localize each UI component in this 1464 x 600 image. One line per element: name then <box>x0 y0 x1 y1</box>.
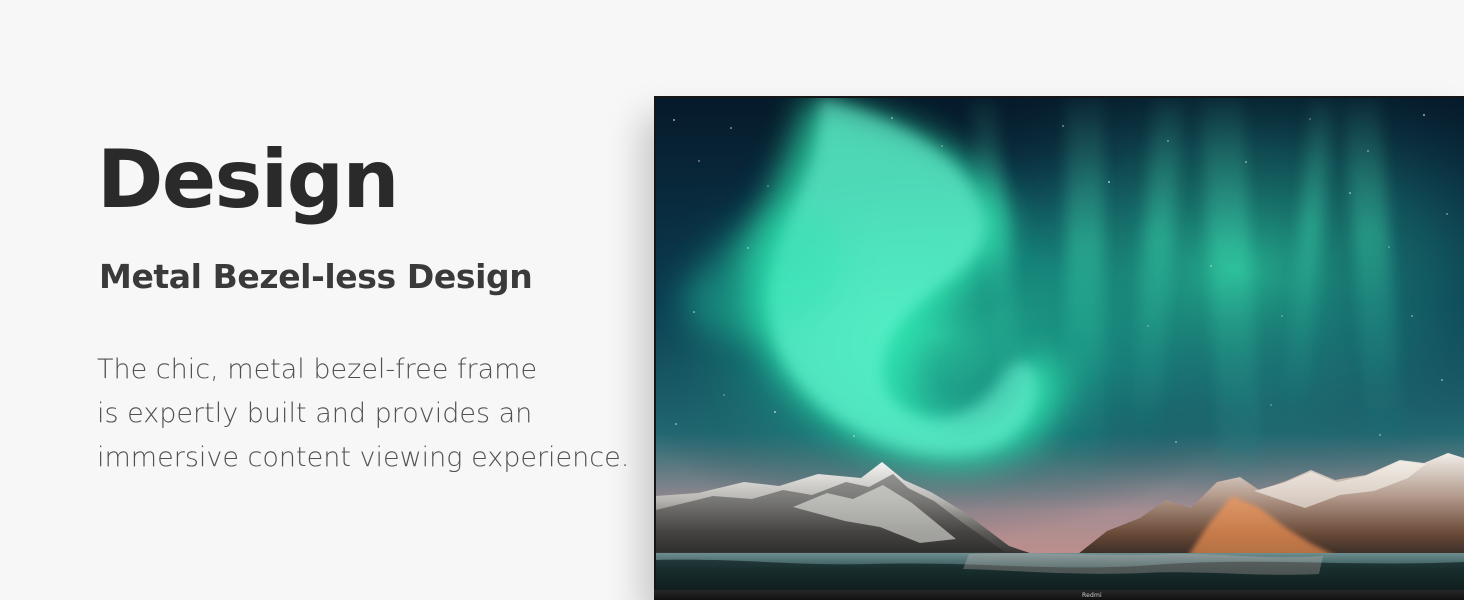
tv-brand-label: Redmi <box>1082 592 1102 599</box>
tv-bottom-bezel <box>654 590 1464 600</box>
feature-description-line: is expertly built and provides an <box>97 397 533 429</box>
feature-description-line: The chic, metal bezel-free frame <box>97 353 538 385</box>
tv-screen <box>656 98 1464 590</box>
feature-heading: Design <box>97 133 399 226</box>
tv-display: Redmi <box>654 96 1464 600</box>
design-copy: Design Metal Bezel-less Design The chic,… <box>97 133 630 480</box>
aurora-mountain-landscape <box>656 98 1464 590</box>
feature-description: The chic, metal bezel-free frame is expe… <box>97 348 630 480</box>
product-feature-banner: Design Metal Bezel-less Design The chic,… <box>0 0 1464 600</box>
feature-subheading: Metal Bezel-less Design <box>99 257 533 296</box>
feature-description-line: immersive content viewing experience. <box>97 441 630 473</box>
